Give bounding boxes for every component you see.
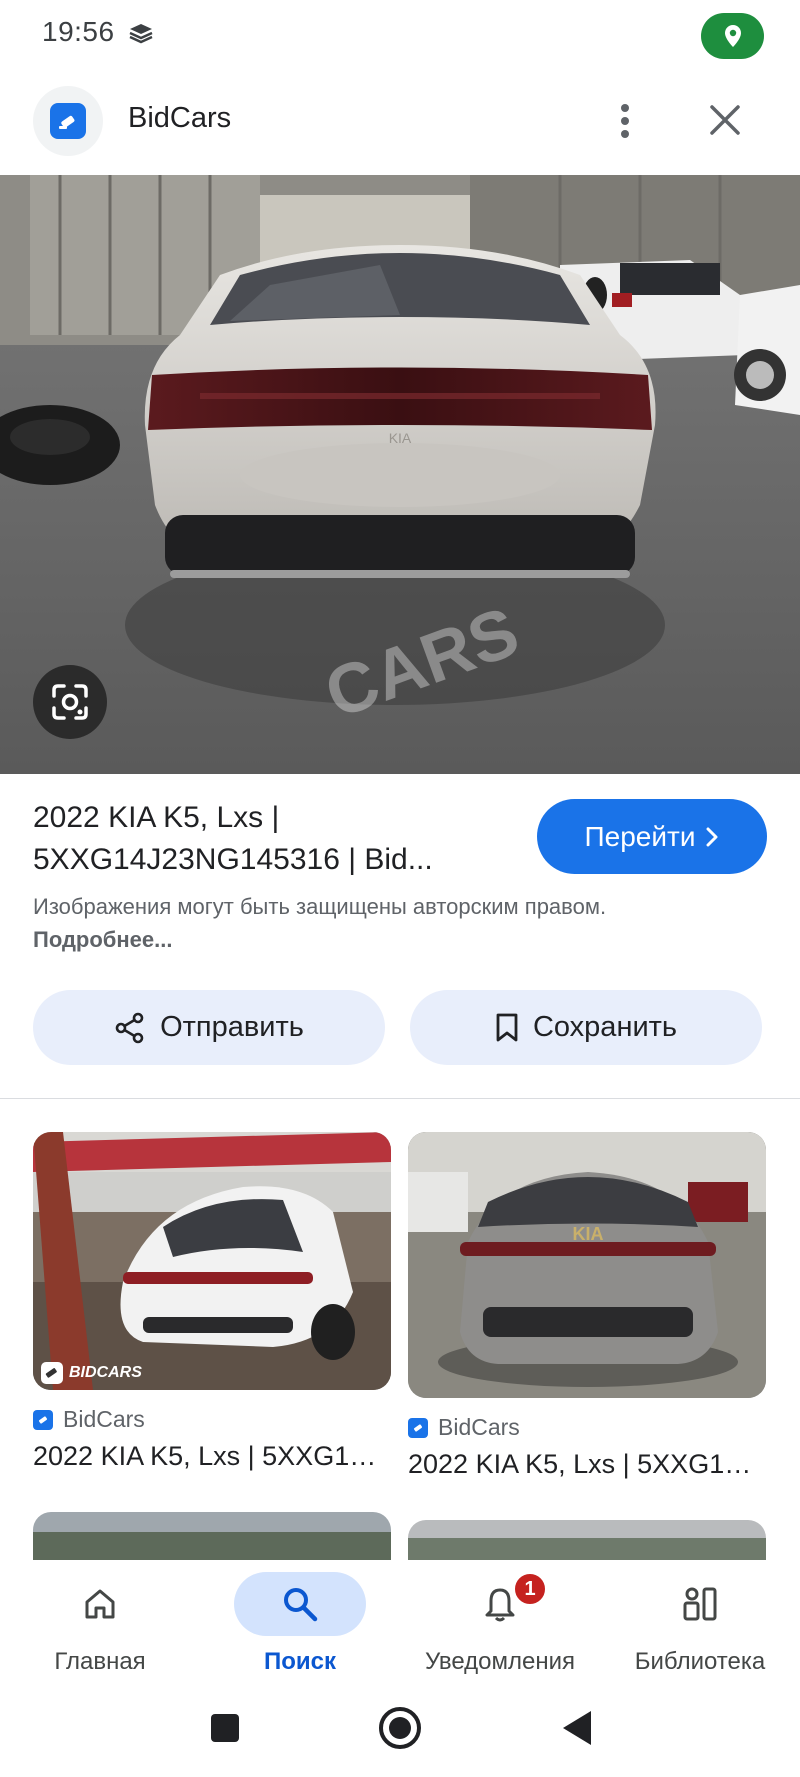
nav-notifications[interactable]: 1 Уведомления bbox=[400, 1560, 600, 1675]
related-source-name: BidCars bbox=[63, 1406, 145, 1432]
svg-text:KIA: KIA bbox=[389, 430, 412, 446]
bidcars-logo-icon bbox=[50, 103, 86, 139]
notification-badge: 1 bbox=[513, 1572, 547, 1606]
source-header: BidCars bbox=[0, 80, 800, 160]
layers-icon bbox=[129, 24, 153, 44]
system-navigation-bar bbox=[0, 1680, 800, 1777]
related-image[interactable]: BIDCARS bbox=[33, 1132, 391, 1390]
status-time: 19:56 bbox=[42, 16, 115, 47]
related-image[interactable]: KIA bbox=[408, 1132, 766, 1398]
bidcars-favicon-icon bbox=[408, 1417, 428, 1438]
bookmark-icon bbox=[496, 1013, 518, 1041]
copyright-notice: Изображения могут быть защищены авторски… bbox=[33, 890, 673, 956]
home-system-button[interactable] bbox=[376, 1704, 424, 1752]
location-indicator[interactable] bbox=[701, 13, 764, 59]
nav-library[interactable]: Библиотека bbox=[600, 1560, 800, 1675]
recents-button[interactable] bbox=[201, 1704, 249, 1752]
related-result-card[interactable]: BIDCARS BidCars 2022 KIA K5, Lxs | 5XXG1… bbox=[33, 1132, 391, 1472]
source-name[interactable]: BidCars bbox=[128, 102, 231, 135]
related-title[interactable]: 2022 KIA K5, Lxs | 5XXG14J23NG145316 bbox=[408, 1449, 766, 1480]
nav-home-icon-container bbox=[34, 1572, 166, 1636]
car-photo bbox=[33, 1132, 391, 1390]
result-title[interactable]: 2022 KIA K5, Lxs | 5XXG14J23NG145316 | B… bbox=[33, 797, 503, 881]
related-source: BidCars bbox=[33, 1406, 391, 1433]
watermark-text: BIDCARS bbox=[69, 1364, 142, 1381]
home-icon bbox=[85, 1589, 115, 1619]
nav-home-label: Главная bbox=[54, 1648, 146, 1675]
bidcars-favicon-icon bbox=[33, 1409, 53, 1430]
section-divider bbox=[0, 1098, 800, 1099]
bottom-navigation: Главная Поиск 1 Уведомления Библиотека bbox=[0, 1560, 800, 1675]
related-image-partial[interactable] bbox=[33, 1512, 391, 1560]
svg-text:KIA: KIA bbox=[573, 1224, 604, 1244]
chevron-right-icon bbox=[706, 827, 718, 846]
related-source-name: BidCars bbox=[438, 1414, 520, 1440]
library-icon bbox=[683, 1587, 717, 1621]
car-rear-photo: KIA CARS bbox=[0, 175, 800, 774]
nav-home[interactable]: Главная bbox=[0, 1560, 200, 1675]
result-image[interactable]: KIA CARS bbox=[0, 175, 800, 774]
nav-notifications-label: Уведомления bbox=[424, 1648, 576, 1675]
save-label: Сохранить bbox=[532, 1011, 678, 1043]
search-icon bbox=[284, 1588, 318, 1622]
home-circle-icon bbox=[379, 1707, 421, 1749]
save-button[interactable]: Сохранить bbox=[410, 990, 762, 1065]
recents-icon bbox=[211, 1714, 239, 1742]
location-icon bbox=[724, 25, 741, 47]
nav-notifications-icon-container bbox=[434, 1572, 566, 1636]
nav-library-label: Библиотека bbox=[634, 1648, 766, 1675]
learn-more-link[interactable]: Подробнее... bbox=[33, 927, 173, 952]
back-triangle-icon bbox=[563, 1711, 591, 1745]
bidcars-logo[interactable] bbox=[33, 86, 103, 156]
related-image-partial[interactable] bbox=[408, 1520, 766, 1560]
share-label: Отправить bbox=[160, 1011, 304, 1043]
back-button[interactable] bbox=[553, 1704, 601, 1752]
nav-search-label: Поиск bbox=[263, 1648, 337, 1675]
status-bar: 19:56 bbox=[0, 0, 800, 70]
related-result-card[interactable]: KIA BidCars 2022 KIA K5, Lxs | 5XXG14J23… bbox=[408, 1132, 766, 1480]
visit-button-label: Перейти bbox=[584, 820, 696, 852]
share-icon bbox=[115, 1012, 144, 1043]
result-title-line2: 5XXG14J23NG145316 | Bid... bbox=[33, 843, 433, 876]
nav-search[interactable]: Поиск bbox=[200, 1560, 400, 1675]
close-icon[interactable] bbox=[703, 98, 747, 142]
copyright-text: Изображения могут быть защищены авторски… bbox=[33, 894, 607, 919]
nav-library-icon-container bbox=[634, 1572, 766, 1636]
nav-search-icon-container bbox=[234, 1572, 366, 1636]
result-title-line1: 2022 KIA K5, Lxs | bbox=[33, 801, 280, 834]
visit-button[interactable]: Перейти bbox=[537, 799, 767, 874]
google-lens-icon bbox=[52, 684, 88, 720]
google-lens-button[interactable] bbox=[33, 665, 107, 739]
more-vert-icon[interactable] bbox=[610, 100, 640, 142]
related-source: BidCars bbox=[408, 1414, 766, 1441]
car-photo: KIA bbox=[408, 1132, 766, 1398]
share-button[interactable]: Отправить bbox=[33, 990, 385, 1065]
bidcars-watermark: BIDCARS bbox=[41, 1362, 142, 1384]
related-title[interactable]: 2022 KIA K5, Lxs | 5XXG14J23NG145316 bbox=[33, 1441, 391, 1472]
